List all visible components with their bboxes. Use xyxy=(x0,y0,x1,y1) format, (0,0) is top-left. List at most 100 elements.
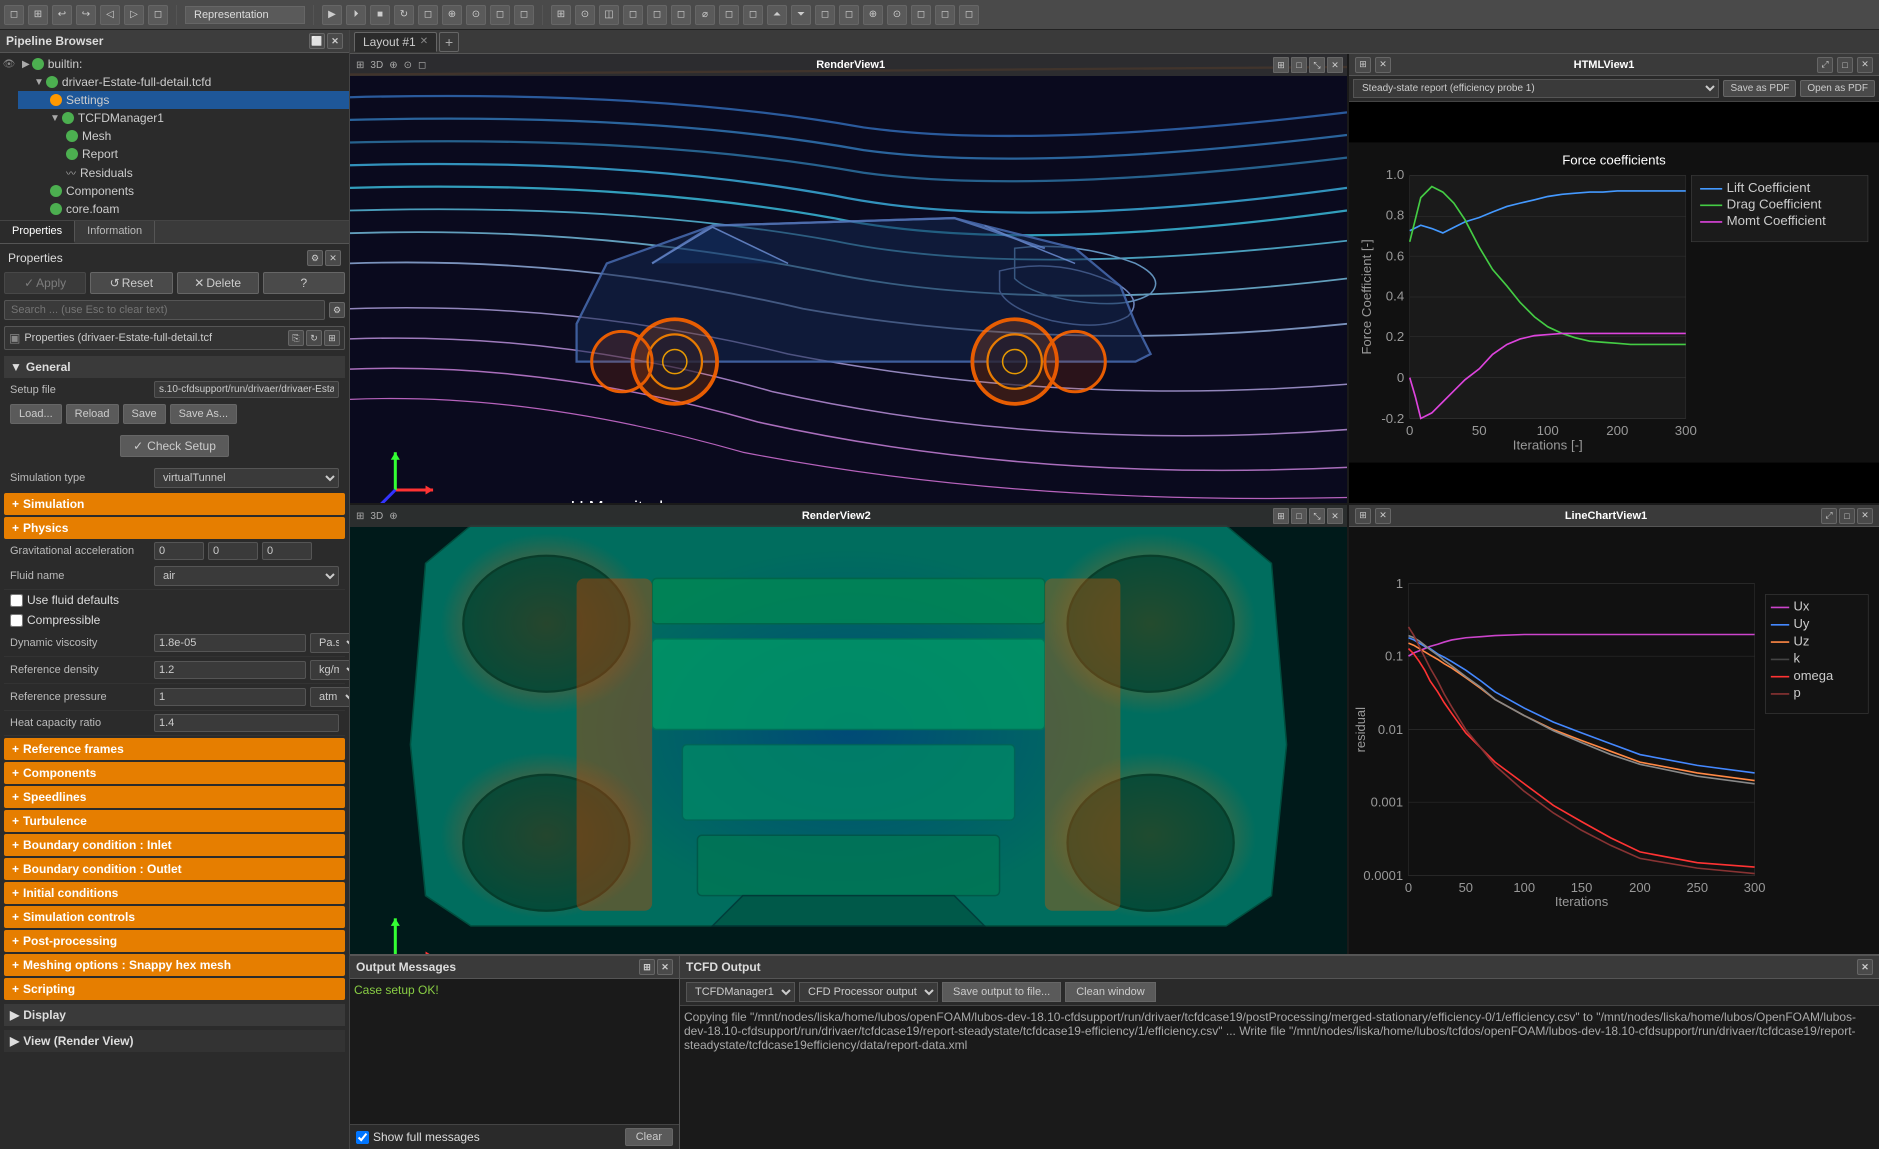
rv2-btn-3[interactable]: ⊕ xyxy=(387,510,399,523)
ref-pressure-input[interactable] xyxy=(154,688,306,706)
toolbar-icon-29[interactable]: ◻ xyxy=(935,5,955,25)
tree-item-settings[interactable]: Settings xyxy=(18,91,349,109)
load-button[interactable]: Load... xyxy=(10,404,62,424)
tcfd-processor-select[interactable]: CFD Processor output xyxy=(799,982,938,1002)
play-icon[interactable]: ▶ xyxy=(322,5,342,25)
tree-item-tcfdmgr[interactable]: ▼ TCFDManager1 xyxy=(18,109,349,127)
section-turbulence[interactable]: + Turbulence xyxy=(4,810,345,832)
section-view[interactable]: ▶ View (Render View) xyxy=(4,1030,345,1052)
rv1-ctrl-3[interactable]: ⤡ xyxy=(1309,57,1325,73)
toolbar-icon-16[interactable]: ◻ xyxy=(623,5,643,25)
toolbar-icon-8[interactable]: ◻ xyxy=(418,5,438,25)
rv2-ctrl-4[interactable]: ✕ xyxy=(1327,508,1343,524)
tree-item-residuals[interactable]: 〰 Residuals xyxy=(18,163,349,182)
output-close-btn[interactable]: ✕ xyxy=(657,959,673,975)
toolbar-icon-25[interactable]: ◻ xyxy=(839,5,859,25)
toolbar-icon-18[interactable]: ◻ xyxy=(671,5,691,25)
toolbar-icon-28[interactable]: ◻ xyxy=(911,5,931,25)
lc-ctrl-1[interactable]: ⊞ xyxy=(1355,508,1371,524)
tcfd-manager-select[interactable]: TCFDManager1 xyxy=(686,982,795,1002)
toolbar-icon-24[interactable]: ◻ xyxy=(815,5,835,25)
lc-ctrl-2[interactable]: ✕ xyxy=(1375,508,1391,524)
rv1-ctrl-4[interactable]: ✕ xyxy=(1327,57,1343,73)
section-sim-controls[interactable]: + Simulation controls xyxy=(4,906,345,928)
save-button[interactable]: Save xyxy=(123,404,166,424)
help-button[interactable]: ? xyxy=(263,272,345,294)
reload-button[interactable]: Reload xyxy=(66,404,119,424)
section-scripting[interactable]: + Scripting xyxy=(4,978,345,1000)
clean-window-button[interactable]: Clean window xyxy=(1065,982,1155,1002)
layout-tab-1[interactable]: Layout #1 ✕ xyxy=(354,32,437,52)
tree-item-builtin[interactable]: ▶ builtin: xyxy=(18,55,349,73)
delete-button[interactable]: ✕ Delete xyxy=(177,272,259,294)
tree-item-drivaer[interactable]: ▼ drivaer-Estate-full-detail.tcfd xyxy=(18,73,349,91)
sim-type-select[interactable]: virtualTunnel xyxy=(154,468,339,488)
html-view-float-btn[interactable]: ⤢ xyxy=(1817,57,1833,73)
refresh-icon[interactable]: ↻ xyxy=(394,5,414,25)
grav-x-input[interactable] xyxy=(154,542,204,560)
layout-tab-close[interactable]: ✕ xyxy=(420,36,428,47)
rv1-ctrl-1[interactable]: ⊞ xyxy=(1273,57,1289,73)
rv2-ctrl-2[interactable]: □ xyxy=(1291,508,1307,524)
toolbar-icon-1[interactable]: ◻ xyxy=(4,5,24,25)
section-physics[interactable]: + Physics xyxy=(4,517,345,539)
output-settings-btn[interactable]: ⊞ xyxy=(639,959,655,975)
lc-float-btn[interactable]: ⤢ xyxy=(1821,508,1837,524)
rv1-btn-2[interactable]: 3D xyxy=(368,59,385,72)
toolbar-icon-30[interactable]: ◻ xyxy=(959,5,979,25)
lc-close-btn[interactable]: ✕ xyxy=(1857,508,1873,524)
section-bc-outlet[interactable]: + Boundary condition : Outlet xyxy=(4,858,345,880)
toolbar-icon-17[interactable]: ◻ xyxy=(647,5,667,25)
search-input[interactable] xyxy=(4,300,325,320)
reset-button[interactable]: ↺ Reset xyxy=(90,272,172,294)
rv1-btn-4[interactable]: ⊙ xyxy=(402,59,414,72)
pipeline-resize-btn[interactable]: ⬜ xyxy=(309,33,325,49)
pipeline-close-btn[interactable]: ✕ xyxy=(327,33,343,49)
html-view-ctrl-2[interactable]: ✕ xyxy=(1375,57,1391,73)
props-refresh-btn[interactable]: ↻ xyxy=(306,330,322,346)
toolbar-icon-4[interactable]: ↪ xyxy=(76,5,96,25)
rv2-ctrl-3[interactable]: ⤡ xyxy=(1309,508,1325,524)
section-bc-inlet[interactable]: + Boundary condition : Inlet xyxy=(4,834,345,856)
tree-item-corefoam[interactable]: core.foam xyxy=(18,200,349,218)
toolbar-icon-3[interactable]: ↩ xyxy=(52,5,72,25)
toolbar-icon-13[interactable]: ⊞ xyxy=(551,5,571,25)
section-display[interactable]: ▶ Display xyxy=(4,1004,345,1026)
section-reference-frames[interactable]: + Reference frames xyxy=(4,738,345,760)
rv2-btn-2[interactable]: 3D xyxy=(368,510,385,523)
tree-item-mesh[interactable]: Mesh xyxy=(18,127,349,145)
section-initial-conditions[interactable]: + Initial conditions xyxy=(4,882,345,904)
toolbar-icon-10[interactable]: ⊙ xyxy=(466,5,486,25)
section-simulation[interactable]: + Simulation xyxy=(4,493,345,515)
tab-information[interactable]: Information xyxy=(75,221,155,243)
play-circle-icon[interactable]: ⏵ xyxy=(346,5,366,25)
apply-button[interactable]: ✓ Apply xyxy=(4,272,86,294)
layout-tab-add[interactable]: + xyxy=(439,32,459,52)
toolbar-icon-15[interactable]: ◫ xyxy=(599,5,619,25)
toolbar-icon-19[interactable]: ⌀ xyxy=(695,5,715,25)
rv2-ctrl-1[interactable]: ⊞ xyxy=(1273,508,1289,524)
toolbar-icon-14[interactable]: ⊙ xyxy=(575,5,595,25)
search-settings-btn[interactable]: ⚙ xyxy=(329,302,345,318)
tree-item-components[interactable]: Components xyxy=(18,182,349,200)
tcfd-close-btn[interactable]: ✕ xyxy=(1857,959,1873,975)
heat-capacity-input[interactable] xyxy=(154,714,339,732)
section-components[interactable]: + Components xyxy=(4,762,345,784)
ref-pressure-unit[interactable]: atm xyxy=(310,687,349,707)
eye-icon-1[interactable]: 👁 xyxy=(2,57,16,71)
rv2-btn-1[interactable]: ⊞ xyxy=(354,510,366,523)
rv1-btn-5[interactable]: ◻ xyxy=(416,59,428,72)
show-full-messages-checkbox[interactable] xyxy=(356,1131,369,1144)
toolbar-icon-22[interactable]: ⏶ xyxy=(767,5,787,25)
use-fluid-defaults-checkbox[interactable] xyxy=(10,594,23,607)
toolbar-icon-2[interactable]: ⊞ xyxy=(28,5,48,25)
rv1-btn-3[interactable]: ⊕ xyxy=(387,59,399,72)
html-view-select[interactable]: Steady-state report (efficiency probe 1) xyxy=(1353,79,1719,98)
ref-density-input[interactable] xyxy=(154,661,306,679)
section-general[interactable]: ▼ General xyxy=(4,356,345,378)
section-post-processing[interactable]: + Post-processing xyxy=(4,930,345,952)
toolbar-icon-20[interactable]: ◻ xyxy=(719,5,739,25)
props-pin-btn[interactable]: ⊞ xyxy=(324,330,340,346)
rv1-btn-1[interactable]: ⊞ xyxy=(354,59,366,72)
fluid-name-select[interactable]: air xyxy=(154,566,339,586)
